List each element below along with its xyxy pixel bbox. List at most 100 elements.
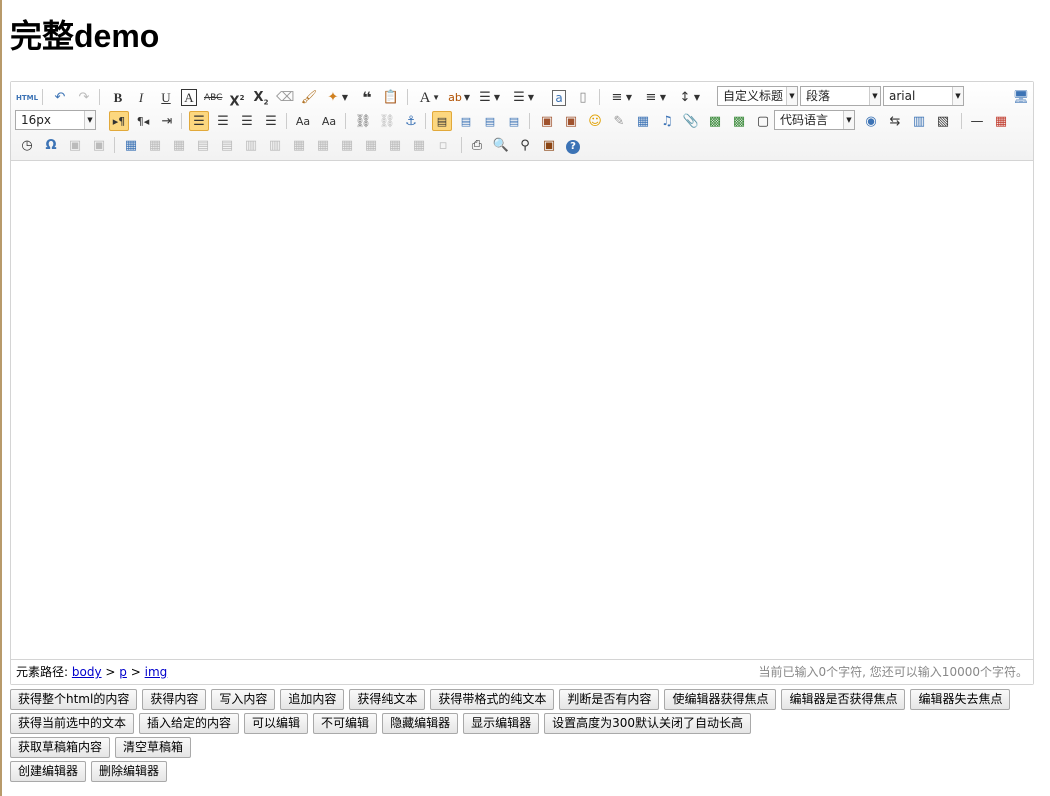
superscript-icon[interactable]: X2 xyxy=(227,87,247,109)
get-formatted-text-button[interactable]: 获得带格式的纯文本 xyxy=(430,689,555,710)
to-lowercase-icon[interactable]: Aa xyxy=(319,111,339,131)
select-all-icon[interactable]: a xyxy=(549,87,569,107)
image-center-icon[interactable]: ▤ xyxy=(504,111,524,131)
merge-cells-icon[interactable]: ▦ xyxy=(289,135,309,155)
format-match-icon[interactable]: 🖌 xyxy=(299,87,319,107)
font-color-icon[interactable]: A ▼ xyxy=(415,87,440,107)
editor-content-area[interactable] xyxy=(11,161,1033,659)
insert-video-icon[interactable]: ▦ xyxy=(633,111,653,131)
insert-col-icon[interactable]: ▥ xyxy=(241,135,261,155)
image-left-icon[interactable]: ▤ xyxy=(456,111,476,131)
scrawl-icon[interactable]: ✎ xyxy=(609,111,629,131)
merge-right-icon[interactable]: ▦ xyxy=(313,135,333,155)
insert-html-button[interactable]: 插入给定的内容 xyxy=(139,713,240,734)
underline-icon[interactable]: U xyxy=(156,87,176,107)
row-spacing-bottom-icon[interactable]: ≡ ▼ xyxy=(641,87,666,107)
insert-frame-icon[interactable]: ▢ xyxy=(753,111,773,131)
attachment-icon[interactable]: 📎 xyxy=(681,111,701,131)
print-icon[interactable]: ⎙ xyxy=(467,135,487,155)
font-border-icon[interactable]: A xyxy=(179,87,199,107)
redo-icon[interactable]: ↷ xyxy=(74,87,94,107)
align-left-icon[interactable]: ☰ xyxy=(189,111,209,131)
insert-paragraph-before-table-icon[interactable]: ▦ xyxy=(169,135,189,155)
remove-format-icon[interactable]: ⌫ xyxy=(275,87,295,107)
set-height-button[interactable]: 设置高度为300默认关闭了自动长高 xyxy=(544,713,751,734)
split-to-cols-icon[interactable]: ▦ xyxy=(409,135,429,155)
unordered-list-icon[interactable]: ☰ ▼ xyxy=(509,87,534,107)
date-icon[interactable]: ▦ xyxy=(991,111,1011,131)
fullscreen-icon[interactable]: 🖥 xyxy=(1011,87,1031,107)
font-family-select[interactable]: arial ▼ xyxy=(883,86,964,106)
auto-typeset-icon[interactable]: ✦ ▼ xyxy=(323,87,348,107)
to-uppercase-icon[interactable]: Aa xyxy=(293,111,313,131)
time-icon[interactable]: ◷ xyxy=(17,135,37,155)
has-contents-button[interactable]: 判断是否有内容 xyxy=(559,689,660,710)
music-icon[interactable]: ♫ xyxy=(657,111,677,131)
blockquote-icon[interactable]: ❝ xyxy=(357,87,377,107)
hide-editor-button[interactable]: 隐藏编辑器 xyxy=(382,713,459,734)
clear-doc-icon[interactable]: ▯ xyxy=(573,87,593,107)
background-color-icon[interactable]: ab ▼ xyxy=(445,87,470,107)
align-right-icon[interactable]: ☰ xyxy=(237,111,257,131)
delete-row-icon[interactable]: ▤ xyxy=(217,135,237,155)
anchor-icon[interactable]: ⚓ xyxy=(401,111,421,131)
delete-table-icon[interactable]: ▦ xyxy=(145,135,165,155)
search-replace-icon[interactable]: ⚲ xyxy=(515,135,535,155)
enable-edit-button[interactable]: 可以编辑 xyxy=(244,713,309,734)
clear-drafts-button[interactable]: 清空草稿箱 xyxy=(115,737,192,758)
page-break-icon[interactable]: ◉ xyxy=(861,111,881,131)
get-drafts-button[interactable]: 获取草稿箱内容 xyxy=(10,737,111,758)
ordered-list-icon[interactable]: ☰ ▼ xyxy=(475,87,500,107)
align-justify-icon[interactable]: ☰ xyxy=(261,111,281,131)
charts-icon[interactable]: ▫ xyxy=(433,135,453,155)
merge-down-icon[interactable]: ▦ xyxy=(337,135,357,155)
get-content-button[interactable]: 获得内容 xyxy=(142,689,207,710)
insert-image-icon[interactable]: ▣ xyxy=(561,111,581,131)
special-chars-icon[interactable]: Ω xyxy=(41,135,61,155)
emotion-icon[interactable]: ☺ xyxy=(585,111,605,131)
horizontal-icon[interactable]: — xyxy=(967,111,987,131)
blur-button[interactable]: 编辑器失去焦点 xyxy=(910,689,1011,710)
paragraph-select[interactable]: 段落 ▼ xyxy=(800,86,881,106)
italic-icon[interactable]: I xyxy=(131,87,151,107)
unlink-icon[interactable]: ⛓ xyxy=(377,111,397,131)
simple-upload-icon[interactable]: ▣ xyxy=(537,111,557,131)
split-to-rows-icon[interactable]: ▦ xyxy=(385,135,405,155)
is-focus-button[interactable]: 编辑器是否获得焦点 xyxy=(781,689,906,710)
insert-table-icon[interactable]: ▦ xyxy=(121,135,141,155)
path-link-img[interactable]: img xyxy=(145,665,168,679)
path-link-p[interactable]: p xyxy=(119,665,127,679)
template-icon[interactable]: ⇆ xyxy=(885,111,905,131)
get-selected-text-button[interactable]: 获得当前选中的文本 xyxy=(10,713,135,734)
insert-row-icon[interactable]: ▤ xyxy=(193,135,213,155)
snap-icon[interactable]: ▧ xyxy=(933,111,953,131)
background-icon[interactable]: ▥ xyxy=(909,111,929,131)
link-icon[interactable]: ⛓ xyxy=(353,111,373,131)
rtl-icon[interactable]: ¶◂ xyxy=(133,111,153,131)
bold-icon[interactable]: B xyxy=(108,87,128,107)
get-plain-text-button[interactable]: 获得纯文本 xyxy=(349,689,426,710)
word-image-icon[interactable]: ▣ xyxy=(89,135,109,155)
path-link-body[interactable]: body xyxy=(72,665,102,679)
set-content-button[interactable]: 写入内容 xyxy=(211,689,276,710)
set-focus-button[interactable]: 使编辑器获得焦点 xyxy=(664,689,777,710)
undo-icon[interactable]: ↶ xyxy=(50,87,70,107)
indent-icon[interactable]: ⇥ xyxy=(157,111,177,131)
preview-icon[interactable]: 🔍 xyxy=(491,135,511,155)
paste-plain-icon[interactable]: 📋 xyxy=(381,87,401,107)
source-icon[interactable]: HTML xyxy=(15,87,38,107)
custom-style-select[interactable]: 自定义标题 ▼ xyxy=(717,86,798,106)
image-none-icon[interactable]: ▤ xyxy=(432,111,452,131)
ltr-icon[interactable]: ▸¶ xyxy=(109,111,129,131)
delete-col-icon[interactable]: ▥ xyxy=(265,135,285,155)
image-right-icon[interactable]: ▤ xyxy=(480,111,500,131)
create-editor-button[interactable]: 创建编辑器 xyxy=(10,761,87,782)
row-spacing-top-icon[interactable]: ≡ ▼ xyxy=(607,87,632,107)
font-size-select[interactable]: 16px ▼ xyxy=(15,110,96,130)
help-icon[interactable]: ? xyxy=(563,135,583,155)
get-all-html-button[interactable]: 获得整个html的内容 xyxy=(10,689,138,710)
split-to-cells-icon[interactable]: ▦ xyxy=(361,135,381,155)
disable-edit-button[interactable]: 不可编辑 xyxy=(313,713,378,734)
gmap-icon[interactable]: ▩ xyxy=(729,111,749,131)
subscript-icon[interactable]: X2 xyxy=(251,87,271,107)
